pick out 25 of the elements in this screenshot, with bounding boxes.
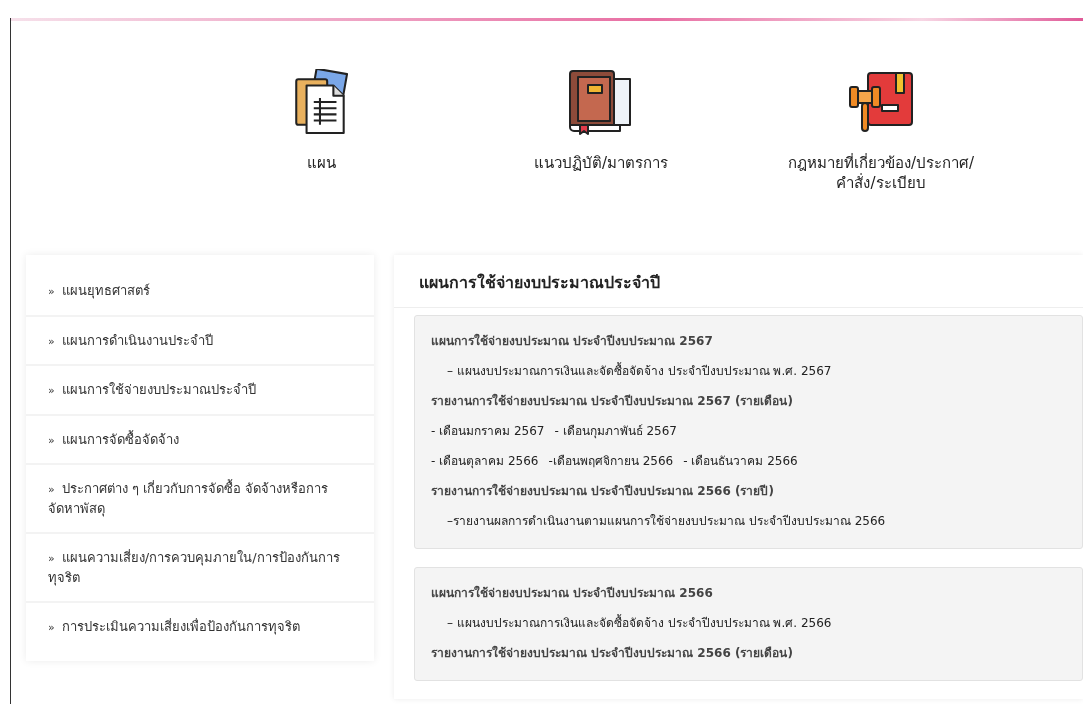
section-heading: รายงานการใช้จ่ายงบประมาณ ประจำปีงบประมาณ 2566 (รายปี) <box>431 482 775 500</box>
gavel-book-icon <box>846 69 916 135</box>
sidebar-item[interactable]: » แผนการใช้จ่ายงบประมาณประจำปี <box>26 366 374 416</box>
report-link[interactable]: - เดือนธันวาคม 2566 <box>683 451 798 470</box>
section-heading: แผนการใช้จ่ายงบประมาณ ประจำปีงบประมาณ 2567 <box>431 332 714 350</box>
report-link[interactable]: – แผนงบประมาณการเงินและจัดซื้อจัดจ้าง ประจำปีงบประมาณ พ.ศ. 2566 <box>447 613 832 632</box>
report-link[interactable]: - เดือนมกราคม 2567 <box>431 421 545 440</box>
content-title: แผนการใช้จ่ายงบประมาณประจำปี <box>394 255 1083 308</box>
category-link[interactable]: แผน <box>181 69 461 213</box>
sidebar-item[interactable]: » แผนความเสี่ยง/การควบคุมภายใน/การป้องกันการทุจริต <box>26 534 374 603</box>
section-heading: แผนการใช้จ่ายงบประมาณ ประจำปีงบประมาณ 2566 <box>431 584 714 602</box>
sidebar-item[interactable]: » แผนยุทธศาสตร์ <box>26 267 374 317</box>
sidebar-item[interactable]: » แผนการดำเนินงานประจำปี <box>26 316 374 366</box>
category-link[interactable]: กฎหมายที่เกี่ยวข้อง/ประกาศ/ คำสั่ง/ระเบียบ <box>741 69 1021 213</box>
category-link[interactable]: แนวปฏิบัติ/มาตรการ <box>461 69 741 213</box>
report-link[interactable]: - เดือนตุลาคม 2566 <box>431 451 539 470</box>
report-link[interactable]: –รายงานผลการดำเนินงานตามแผนการใช้จ่ายงบประมาณ ประจำปีงบประมาณ 2566 <box>447 511 886 530</box>
report-link[interactable]: – แผนงบประมาณการเงินและจัดซื้อจัดจ้าง ประจำปีงบประมาณ พ.ศ. 2567 <box>447 361 832 380</box>
sidebar-item[interactable]: » ประกาศต่าง ๆ เกี่ยวกับการจัดซื้อ จัดจ้างหรือการจัดหาพัสดุ <box>26 465 374 534</box>
sidebar-item[interactable]: » การประเมินความเสี่ยงเพื่อป้องกันการทุจริต <box>26 603 374 651</box>
report-link[interactable]: - เดือนกุมภาพันธ์ 2567 <box>554 421 677 440</box>
report-link[interactable]: -เดือนพฤศจิกายน 2566 <box>548 451 674 470</box>
sidebar-item[interactable]: » แผนการจัดซื้อจัดจ้าง <box>26 415 374 465</box>
section-heading: รายงานการใช้จ่ายงบประมาณ ประจำปีงบประมาณ 2566 (รายเดือน) <box>431 644 794 662</box>
section-heading: รายงานการใช้จ่ายงบประมาณ ประจำปีงบประมาณ 2567 (รายเดือน) <box>431 392 794 410</box>
